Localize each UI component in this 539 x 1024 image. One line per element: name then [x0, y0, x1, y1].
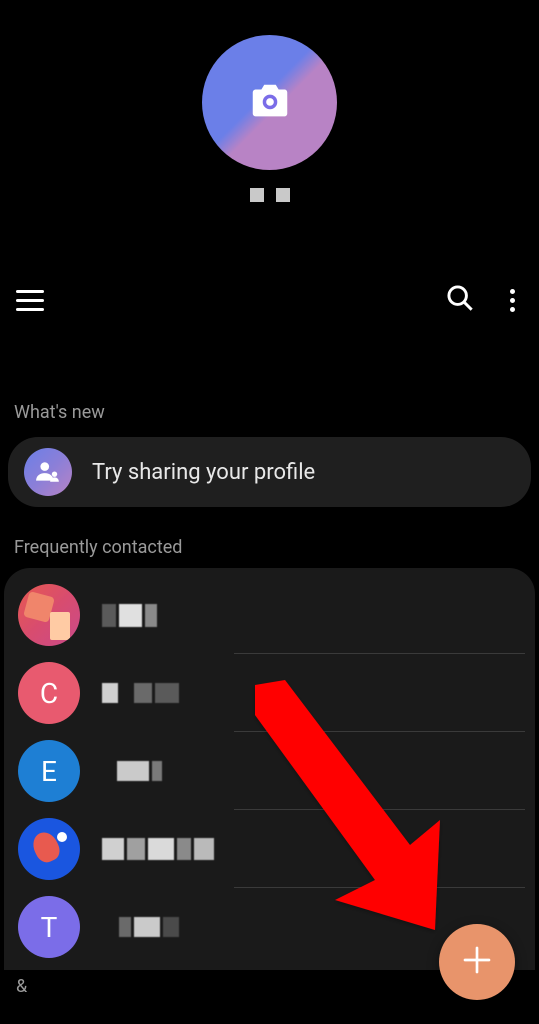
- profile-avatar[interactable]: [202, 35, 337, 170]
- contact-name-redacted: [102, 604, 157, 627]
- contact-avatar: [18, 818, 80, 880]
- camera-icon: [247, 81, 293, 125]
- search-icon[interactable]: [446, 284, 474, 316]
- contact-row[interactable]: C: [4, 654, 535, 732]
- profile-name-redacted: [250, 188, 290, 202]
- contact-avatar: [18, 584, 80, 646]
- frequently-contacted-header: Frequently contacted: [0, 537, 539, 558]
- contact-name-redacted: [102, 761, 162, 781]
- add-contact-button[interactable]: [439, 924, 515, 1000]
- profile-header: [0, 0, 539, 202]
- contact-row[interactable]: [4, 810, 535, 888]
- whats-new-card[interactable]: Try sharing your profile: [8, 437, 531, 507]
- whats-new-text: Try sharing your profile: [92, 460, 315, 485]
- contact-name-redacted: [102, 838, 214, 860]
- contact-name-redacted: [102, 683, 179, 703]
- menu-icon[interactable]: [16, 290, 44, 311]
- contact-avatar: T: [18, 896, 80, 958]
- toolbar: [0, 284, 539, 316]
- whats-new-header: What's new: [0, 402, 539, 423]
- contact-row[interactable]: [4, 576, 535, 654]
- contact-row[interactable]: E: [4, 732, 535, 810]
- contact-list: C E T: [4, 568, 535, 970]
- contact-avatar: C: [18, 662, 80, 724]
- contact-avatar: E: [18, 740, 80, 802]
- share-profile-icon: [24, 448, 72, 496]
- contact-name-redacted: [102, 917, 179, 937]
- plus-icon: [461, 944, 493, 980]
- more-icon[interactable]: [502, 285, 523, 316]
